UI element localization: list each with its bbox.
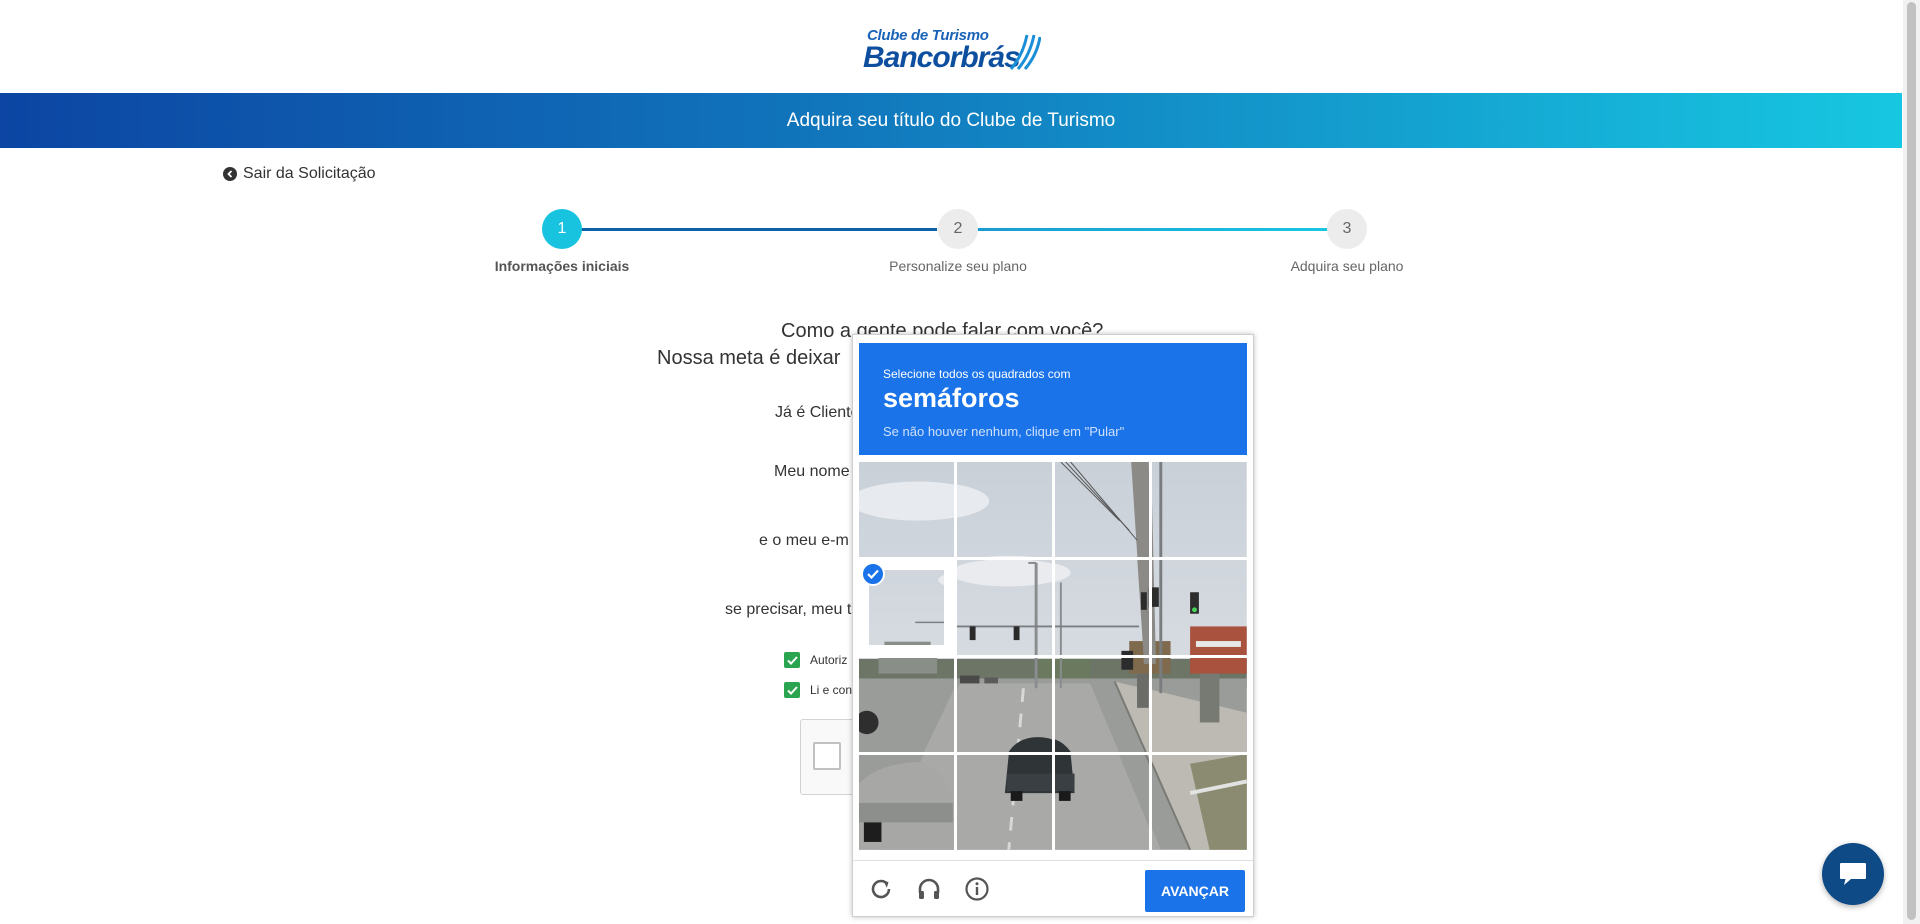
step-3-circle: 3 <box>1327 209 1367 249</box>
captcha-tile[interactable] <box>956 462 1052 557</box>
captcha-target-object: semáforos <box>883 383 1020 413</box>
recaptcha-checkbox[interactable] <box>813 742 841 770</box>
phone-label: se precisar, meu te <box>725 601 861 618</box>
chat-button[interactable] <box>1822 843 1884 905</box>
consent-1-label: Autoriz <box>810 653 848 667</box>
page-banner: Adquira seu título do Clube de Turismo <box>0 93 1902 148</box>
captcha-tile[interactable] <box>859 657 954 753</box>
step-2-label: Personalize seu plano <box>889 258 1027 274</box>
step-2-circle: 2 <box>938 209 978 249</box>
checkbox-checked-icon[interactable] <box>784 652 800 668</box>
captcha-tile[interactable] <box>1054 559 1150 655</box>
captcha-skip-hint: Se não houver nenhum, clique em "Pular" <box>883 424 1125 439</box>
captcha-tile[interactable] <box>1054 657 1150 753</box>
captcha-instruction-text: Selecione todos os quadrados com <box>883 367 1071 381</box>
consent-2-label: Li e con <box>810 683 853 697</box>
exit-request-link[interactable]: Sair da Solicitação <box>223 165 376 183</box>
captcha-tile[interactable] <box>1054 462 1150 557</box>
captcha-footer: AVANÇAR <box>853 860 1253 917</box>
step-1-circle: 1 <box>542 209 582 249</box>
captcha-tile[interactable] <box>859 462 954 557</box>
captcha-tile[interactable] <box>859 755 954 850</box>
captcha-tile[interactable] <box>859 559 954 655</box>
email-label: e o meu e-m <box>759 532 849 549</box>
consent-checkbox-1[interactable]: Autoriz <box>784 652 847 668</box>
captcha-tile[interactable] <box>956 755 1052 850</box>
captcha-verify-button[interactable]: AVANÇAR <box>1145 870 1245 912</box>
captcha-tile[interactable] <box>956 559 1052 655</box>
captcha-tile[interactable] <box>1152 559 1247 655</box>
form-question-2: Nossa meta é deixar <box>657 347 841 369</box>
banner-title: Adquira seu título do Clube de Turismo <box>786 109 1116 131</box>
chevron-left-circle-icon <box>223 167 237 181</box>
selected-check-icon <box>861 561 885 586</box>
step-3-label: Adquira seu plano <box>1290 258 1404 274</box>
already-client-label: Já é Cliente <box>775 404 860 421</box>
captcha-tile[interactable] <box>1054 755 1150 850</box>
stepper-line-2 <box>976 228 1328 231</box>
recaptcha-challenge-popup: Selecione todos os quadrados com semáfor… <box>852 334 1254 917</box>
logo-title: Bancorbrás <box>863 41 1021 74</box>
headphones-icon[interactable] <box>915 875 943 903</box>
bancorbras-logo: Clube de Turismo Bancorbrás <box>863 25 1043 75</box>
info-icon[interactable] <box>963 875 991 903</box>
exit-request-label: Sair da Solicitação <box>243 165 376 182</box>
captcha-tile[interactable] <box>956 657 1052 753</box>
consent-checkbox-2[interactable]: Li e con <box>784 682 852 698</box>
captcha-tile[interactable] <box>1152 657 1247 753</box>
recaptcha-widget <box>800 719 860 795</box>
step-1-label: Informações iniciais <box>494 258 630 274</box>
checkbox-checked-icon[interactable] <box>784 682 800 698</box>
captcha-tile[interactable] <box>1152 462 1247 557</box>
captcha-image-grid <box>859 462 1247 850</box>
reload-icon[interactable] <box>867 875 895 903</box>
stepper-line-1 <box>580 228 937 231</box>
name-label: Meu nome <box>774 463 850 480</box>
logo-swoosh-icon <box>1009 34 1041 70</box>
scrollbar-thumb[interactable] <box>1907 2 1916 920</box>
captcha-instructions: Selecione todos os quadrados com semáfor… <box>859 343 1247 455</box>
captcha-tile[interactable] <box>1152 755 1247 850</box>
chat-icon <box>1840 863 1866 885</box>
page-scrollbar[interactable] <box>1903 0 1920 924</box>
